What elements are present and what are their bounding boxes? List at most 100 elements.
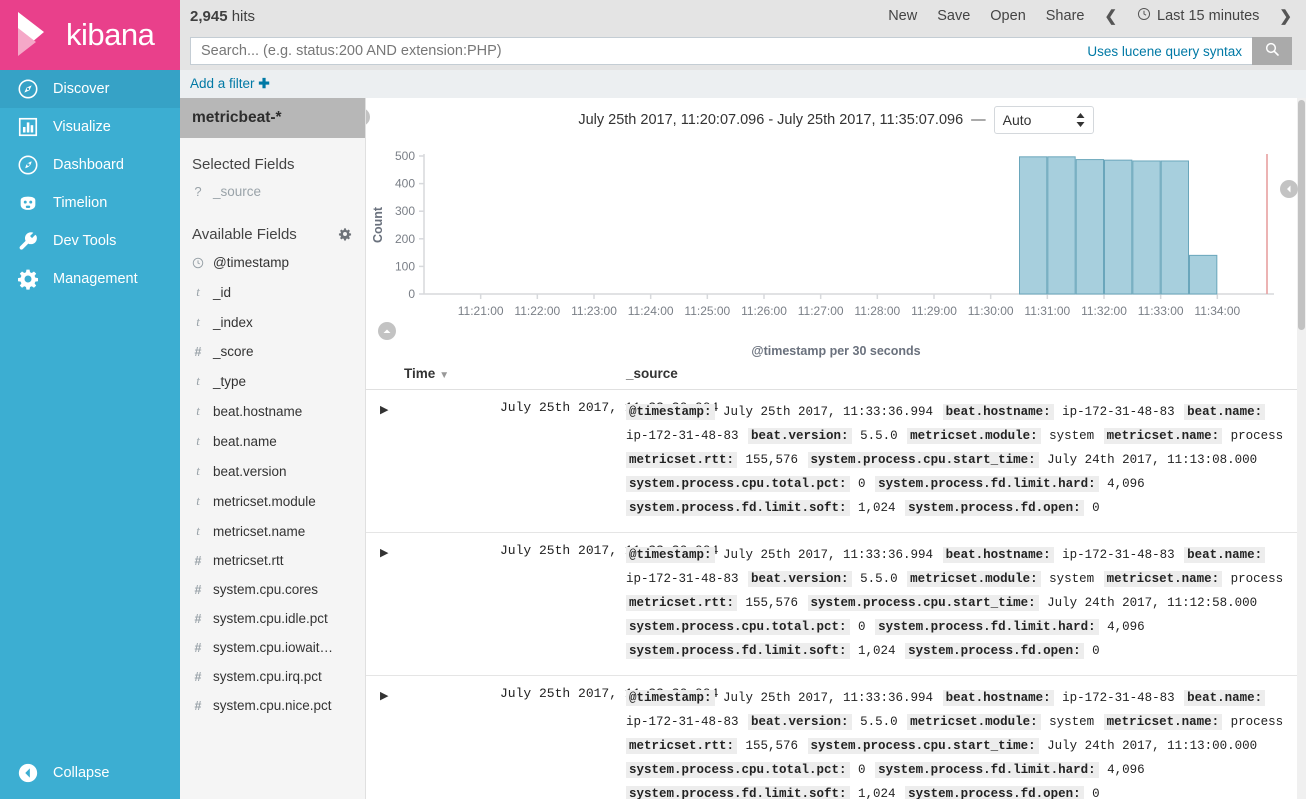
field-item-beat-version[interactable]: t beat.version (180, 456, 365, 486)
timelion-icon (16, 191, 40, 215)
index-pattern-selector[interactable]: metricbeat-* (180, 98, 365, 138)
field-item-metricset-module[interactable]: t metricset.module (180, 486, 365, 516)
source-field-value: 0 (850, 620, 874, 634)
source-field-key: system.process.cpu.total.pct: (626, 762, 850, 778)
caret-right-icon: ▶ (380, 404, 389, 416)
source-field-key: system.process.cpu.start_time: (807, 452, 1039, 468)
lucene-syntax-link[interactable]: Uses lucene query syntax (1079, 44, 1242, 59)
field-item-system-cpu-irq-pct[interactable]: # system.cpu.irq.pct (180, 662, 365, 691)
field-item-_source[interactable]: ? _source (180, 177, 365, 206)
column-header-source[interactable]: _source (618, 358, 1306, 390)
histogram-bar[interactable] (1132, 160, 1161, 295)
sidebar-item-discover[interactable]: Discover (0, 70, 180, 108)
sidebar-item-timelion[interactable]: Timelion (0, 184, 180, 222)
field-item-metricset-rtt[interactable]: # metricset.rtt (180, 546, 365, 575)
field-type-number-icon: # (194, 582, 202, 597)
x-axis-tick-label: 11:23:00 (571, 304, 617, 318)
field-item-system-cpu-cores[interactable]: # system.cpu.cores (180, 575, 365, 604)
histogram-bar[interactable] (1160, 160, 1190, 295)
field-type-string-icon: t (196, 403, 200, 418)
main-scrollbar-thumb[interactable] (1298, 100, 1305, 330)
chart-x-axis-label: @timestamp per 30 seconds (751, 344, 921, 358)
source-field-key: metricset.module: (907, 571, 1041, 587)
sidebar-item-label: Management (53, 271, 138, 287)
source-field-value: July 25th 2017, 11:33:36.994 (715, 405, 941, 419)
sidebar-collapse-button[interactable]: Collapse (0, 755, 180, 791)
field-name: metricset.name (213, 523, 306, 539)
field-item--score[interactable]: # _score (180, 337, 365, 366)
field-item--id[interactable]: t _id (180, 277, 365, 307)
sidebar-item-management[interactable]: Management (0, 260, 180, 298)
add-filter-button[interactable]: Add a filter ✚ (190, 76, 270, 92)
source-field-value: system (1041, 429, 1102, 443)
y-axis-tick-label: 100 (395, 259, 415, 273)
field-item--type[interactable]: t _type (180, 366, 365, 396)
histogram-bar[interactable] (1104, 159, 1133, 295)
histogram-bar[interactable] (1189, 254, 1218, 295)
field-type-string-icon: t (196, 463, 200, 478)
open-button[interactable]: Open (990, 8, 1025, 24)
source-field-value: 155,576 (738, 739, 806, 753)
x-axis-tick-label: 11:26:00 (741, 304, 787, 318)
source-field-key: metricset.rtt: (626, 595, 738, 611)
field-item-beat-name[interactable]: t beat.name (180, 426, 365, 456)
document-time-cell: July 25th 2017, 11:33:36.994 (492, 532, 718, 676)
field-name: metricset.module (213, 493, 316, 509)
source-field-key: system.process.fd.limit.soft: (626, 643, 850, 659)
expand-document-button[interactable]: ▶ (366, 532, 492, 676)
field-name: system.cpu.idle.pct (213, 611, 328, 626)
source-field-key: @timestamp: (626, 547, 715, 563)
field-item-system-cpu-nice-pct[interactable]: # system.cpu.nice.pct (180, 691, 365, 720)
source-field-key: system.process.fd.limit.hard: (875, 619, 1099, 635)
expand-document-button[interactable]: ▶ (366, 675, 492, 799)
histogram-bar[interactable] (1047, 156, 1076, 295)
available-fields-header: Available Fields (180, 206, 365, 248)
collapse-chart-up-chevron-up-circle-icon[interactable] (378, 322, 396, 340)
field-name: metricset.rtt (213, 553, 284, 568)
main-scrollbar-track[interactable] (1297, 98, 1306, 799)
search-input[interactable] (201, 43, 1080, 59)
histogram-bar[interactable] (1075, 159, 1105, 295)
x-axis-tick-label: 11:21:00 (458, 304, 504, 318)
field-item-system-cpu-iowait-[interactable]: # system.cpu.iowait… (180, 633, 365, 662)
field-item--timestamp[interactable]: @timestamp (180, 248, 365, 277)
new-button[interactable]: New (888, 8, 917, 24)
chart-range-dash: — (971, 112, 986, 128)
chevron-left-icon[interactable]: ❮ (1104, 7, 1117, 25)
collapse-chart-right-chevron-left-circle-icon[interactable] (1280, 180, 1298, 198)
field-item-metricset-name[interactable]: t metricset.name (180, 516, 365, 546)
histogram-bar[interactable] (1019, 156, 1048, 295)
column-header-time[interactable]: Time ▼ (366, 358, 618, 390)
source-field-key: system.process.fd.open: (905, 643, 1084, 659)
source-field-value: 0 (850, 477, 874, 491)
time-range-picker[interactable]: Last 15 minutes (1137, 7, 1259, 25)
expand-document-button[interactable]: ▶ (366, 389, 492, 533)
field-name: beat.hostname (213, 403, 303, 419)
sidebar-item-dev-tools[interactable]: Dev Tools (0, 222, 180, 260)
histogram-chart[interactable]: 0 100 200 300 400 500 Count 11:21:00 11:22:00 11:… (366, 142, 1306, 342)
kibana-wordmark: kibana (66, 17, 155, 52)
fields-sidebar: metricbeat-* Selected Fields ? _source A… (180, 98, 366, 799)
dashboard-icon (16, 153, 40, 177)
chevron-left-circle-icon (16, 761, 40, 785)
available-fields-list: @timestamp t _id t _index # _score t _type t beat.… (180, 248, 365, 720)
caret-right-icon: ▶ (380, 547, 389, 559)
chevron-right-icon[interactable]: ❯ (1279, 7, 1292, 25)
sidebar-item-dashboard[interactable]: Dashboard (0, 146, 180, 184)
source-field-value: July 25th 2017, 11:33:36.994 (715, 548, 941, 562)
save-button[interactable]: Save (937, 8, 970, 24)
field-item--index[interactable]: t _index (180, 307, 365, 337)
interval-select[interactable]: Auto (993, 106, 1094, 134)
search-submit-button[interactable] (1252, 37, 1292, 65)
sidebar-item-visualize[interactable]: Visualize (0, 108, 180, 146)
field-item-beat-hostname[interactable]: t beat.hostname (180, 396, 365, 426)
share-button[interactable]: Share (1046, 8, 1085, 24)
column-header-time-label: Time (404, 366, 436, 381)
kibana-logo-block: kibana (0, 0, 180, 70)
field-type-number-icon: # (194, 553, 202, 568)
field-type-number-icon: # (194, 611, 202, 626)
x-axis-tick-label: 11:25:00 (684, 304, 730, 318)
sidebar-item-label: Dev Tools (53, 233, 117, 249)
field-settings-gear-icon[interactable] (335, 224, 355, 244)
field-item-system-cpu-idle-pct[interactable]: # system.cpu.idle.pct (180, 604, 365, 633)
